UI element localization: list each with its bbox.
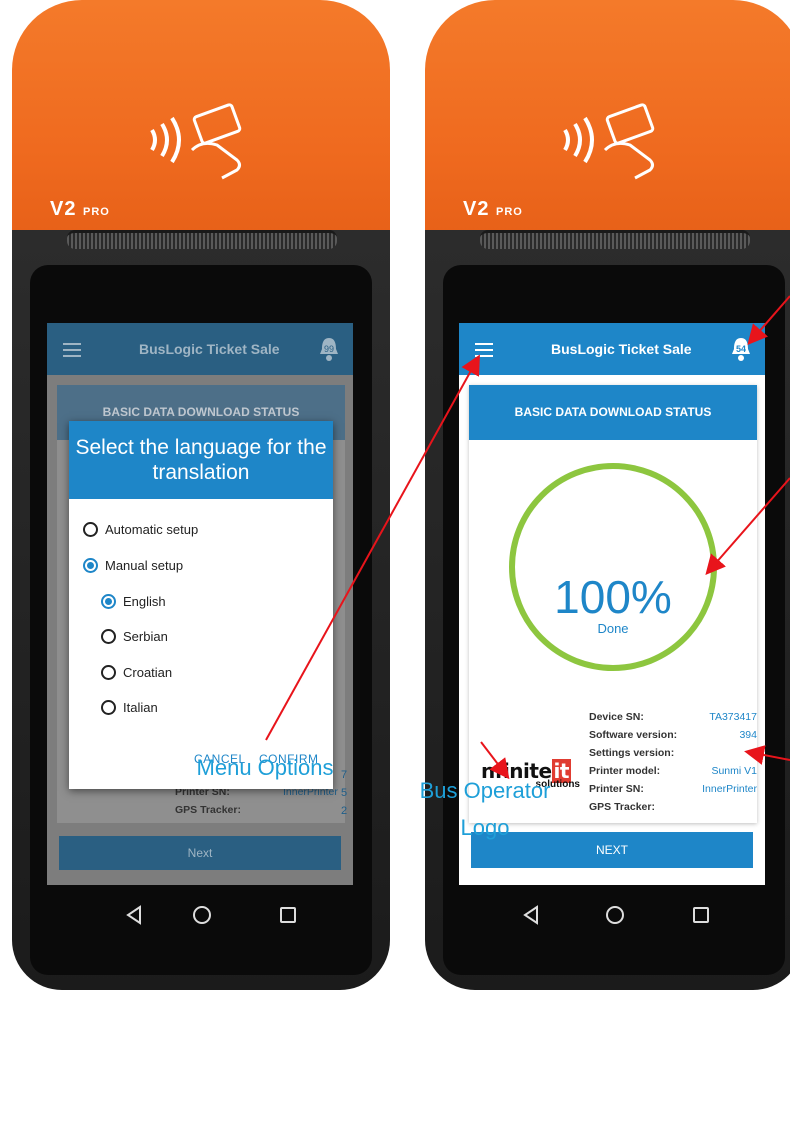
- annotation-menu-options: Menu Options: [196, 755, 334, 780]
- arrow-bus-operator-logo-line-visible: [480, 741, 510, 780]
- annotation-bus-operator-logo-line2: Logo: [460, 815, 510, 840]
- arrow-device-info: [744, 745, 790, 765]
- arrow-menu-options: [265, 354, 480, 741]
- annotation-arrows: [265, 295, 790, 780]
- arrow-network-status: [747, 295, 790, 346]
- annotation-bus-operator-logo-line1: Bus Operator: [419, 778, 551, 803]
- arrow-download-progress: [705, 477, 790, 576]
